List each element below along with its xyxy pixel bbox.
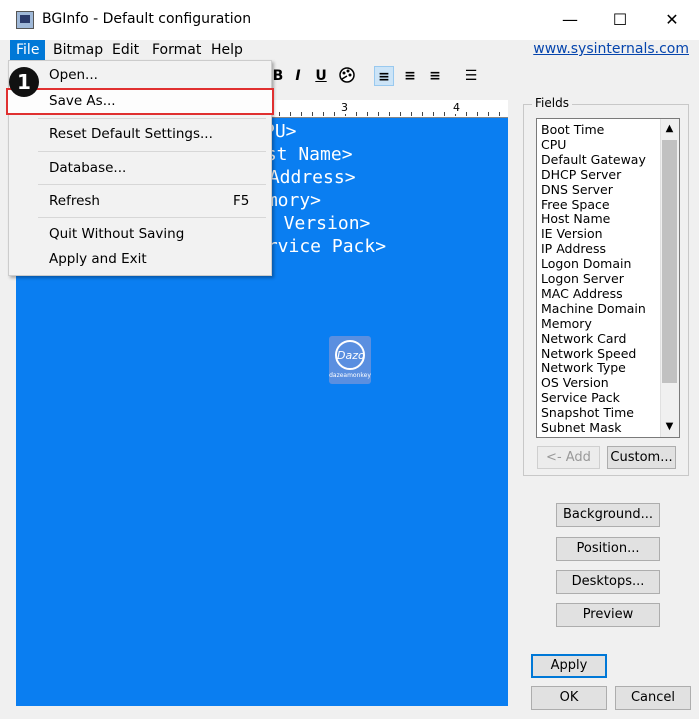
- field-list-item[interactable]: Network Type: [541, 360, 626, 375]
- apply-button[interactable]: Apply: [531, 654, 607, 678]
- menu-separator: [38, 184, 266, 185]
- field-list-item[interactable]: IP Address: [541, 241, 606, 256]
- color-palette-icon[interactable]: [337, 66, 357, 86]
- scrollbar-thumb[interactable]: [662, 140, 677, 383]
- menu-item-database[interactable]: Database...: [49, 160, 126, 176]
- refresh-shortcut: F5: [233, 193, 250, 209]
- step-badge: 1: [9, 67, 39, 97]
- preview-button[interactable]: Preview: [556, 603, 660, 627]
- field-list-item[interactable]: Network Card: [541, 331, 626, 346]
- field-list-item[interactable]: DHCP Server: [541, 167, 621, 182]
- canvas-line: Address>: [258, 167, 356, 188]
- minimize-button[interactable]: —: [555, 8, 585, 32]
- field-list-item[interactable]: CPU: [541, 137, 566, 152]
- menu-item-apply-and-exit[interactable]: Apply and Exit: [49, 251, 147, 267]
- window-title: BGInfo - Default configuration: [42, 11, 252, 27]
- field-list-item[interactable]: MAC Address: [541, 286, 623, 301]
- canvas-line: S Version>: [262, 213, 371, 234]
- menu-format[interactable]: Format: [146, 40, 207, 60]
- menu-item-save-as[interactable]: Save As...: [49, 93, 116, 109]
- field-list-item[interactable]: Service Pack: [541, 390, 620, 405]
- ruler-mark-4: 4: [452, 101, 461, 114]
- app-icon: [16, 11, 34, 29]
- menu-item-reset-defaults[interactable]: Reset Default Settings...: [49, 126, 213, 142]
- field-list-item[interactable]: Memory: [541, 316, 592, 331]
- align-center-icon[interactable]: ≡: [400, 66, 420, 86]
- custom-field-button[interactable]: Custom...: [607, 446, 676, 469]
- menu-separator: [38, 151, 266, 152]
- underline-icon[interactable]: U: [311, 66, 331, 86]
- field-list-item[interactable]: Machine Domain: [541, 301, 646, 316]
- sysinternals-link[interactable]: www.sysinternals.com: [533, 41, 689, 57]
- watermark-text: dazeamonkey: [329, 372, 371, 379]
- menu-separator: [38, 217, 266, 218]
- canvas-line: ervice Pack>: [256, 236, 387, 257]
- field-list-item[interactable]: OS Version: [541, 375, 609, 390]
- cancel-button[interactable]: Cancel: [615, 686, 691, 710]
- close-button[interactable]: ✕: [657, 8, 687, 32]
- italic-icon[interactable]: I: [288, 66, 308, 86]
- menu-item-open[interactable]: Open...: [49, 67, 98, 83]
- menu-separator: [38, 118, 266, 119]
- menu-help[interactable]: Help: [205, 40, 249, 60]
- watermark-mark: Dazo: [335, 340, 365, 370]
- menu-file[interactable]: File: [10, 40, 46, 60]
- align-right-icon[interactable]: ≡: [425, 66, 445, 86]
- add-field-button[interactable]: <- Add: [537, 446, 600, 469]
- menu-item-refresh[interactable]: Refresh: [49, 193, 100, 209]
- field-list-item[interactable]: Snapshot Time: [541, 405, 634, 420]
- field-list-item[interactable]: Logon Server: [541, 271, 624, 286]
- align-left-icon[interactable]: ≡: [374, 66, 394, 86]
- ok-button[interactable]: OK: [531, 686, 607, 710]
- field-list-item[interactable]: Subnet Mask: [541, 420, 621, 435]
- ruler-mark-3: 3: [340, 101, 349, 114]
- fields-legend: Fields: [532, 96, 572, 110]
- field-list-item[interactable]: Boot Time: [541, 122, 604, 137]
- save-as-highlight: [6, 88, 274, 115]
- maximize-button[interactable]: ☐: [605, 8, 635, 32]
- menu-item-quit-without-saving[interactable]: Quit Without Saving: [49, 226, 184, 242]
- field-list-item[interactable]: IE Version: [541, 226, 603, 241]
- bullet-list-icon[interactable]: ☰: [461, 66, 481, 86]
- field-list-item[interactable]: Network Speed: [541, 346, 636, 361]
- scroll-down-icon[interactable]: ▼: [660, 419, 679, 435]
- field-list-item[interactable]: DNS Server: [541, 182, 613, 197]
- field-list-item[interactable]: Default Gateway: [541, 152, 646, 167]
- fields-list[interactable]: Boot Time CPU Default Gateway DHCP Server DN…: [536, 118, 680, 438]
- background-button[interactable]: Background...: [556, 503, 660, 527]
- menu-bitmap[interactable]: Bitmap: [47, 40, 109, 60]
- field-list-item[interactable]: Logon Domain: [541, 256, 631, 271]
- position-button[interactable]: Position...: [556, 537, 660, 561]
- field-list-item[interactable]: Host Name: [541, 211, 610, 226]
- desktops-button[interactable]: Desktops...: [556, 570, 660, 594]
- scroll-up-icon[interactable]: ▲: [660, 121, 679, 137]
- menu-edit[interactable]: Edit: [106, 40, 145, 60]
- field-list-item[interactable]: Free Space: [541, 197, 610, 212]
